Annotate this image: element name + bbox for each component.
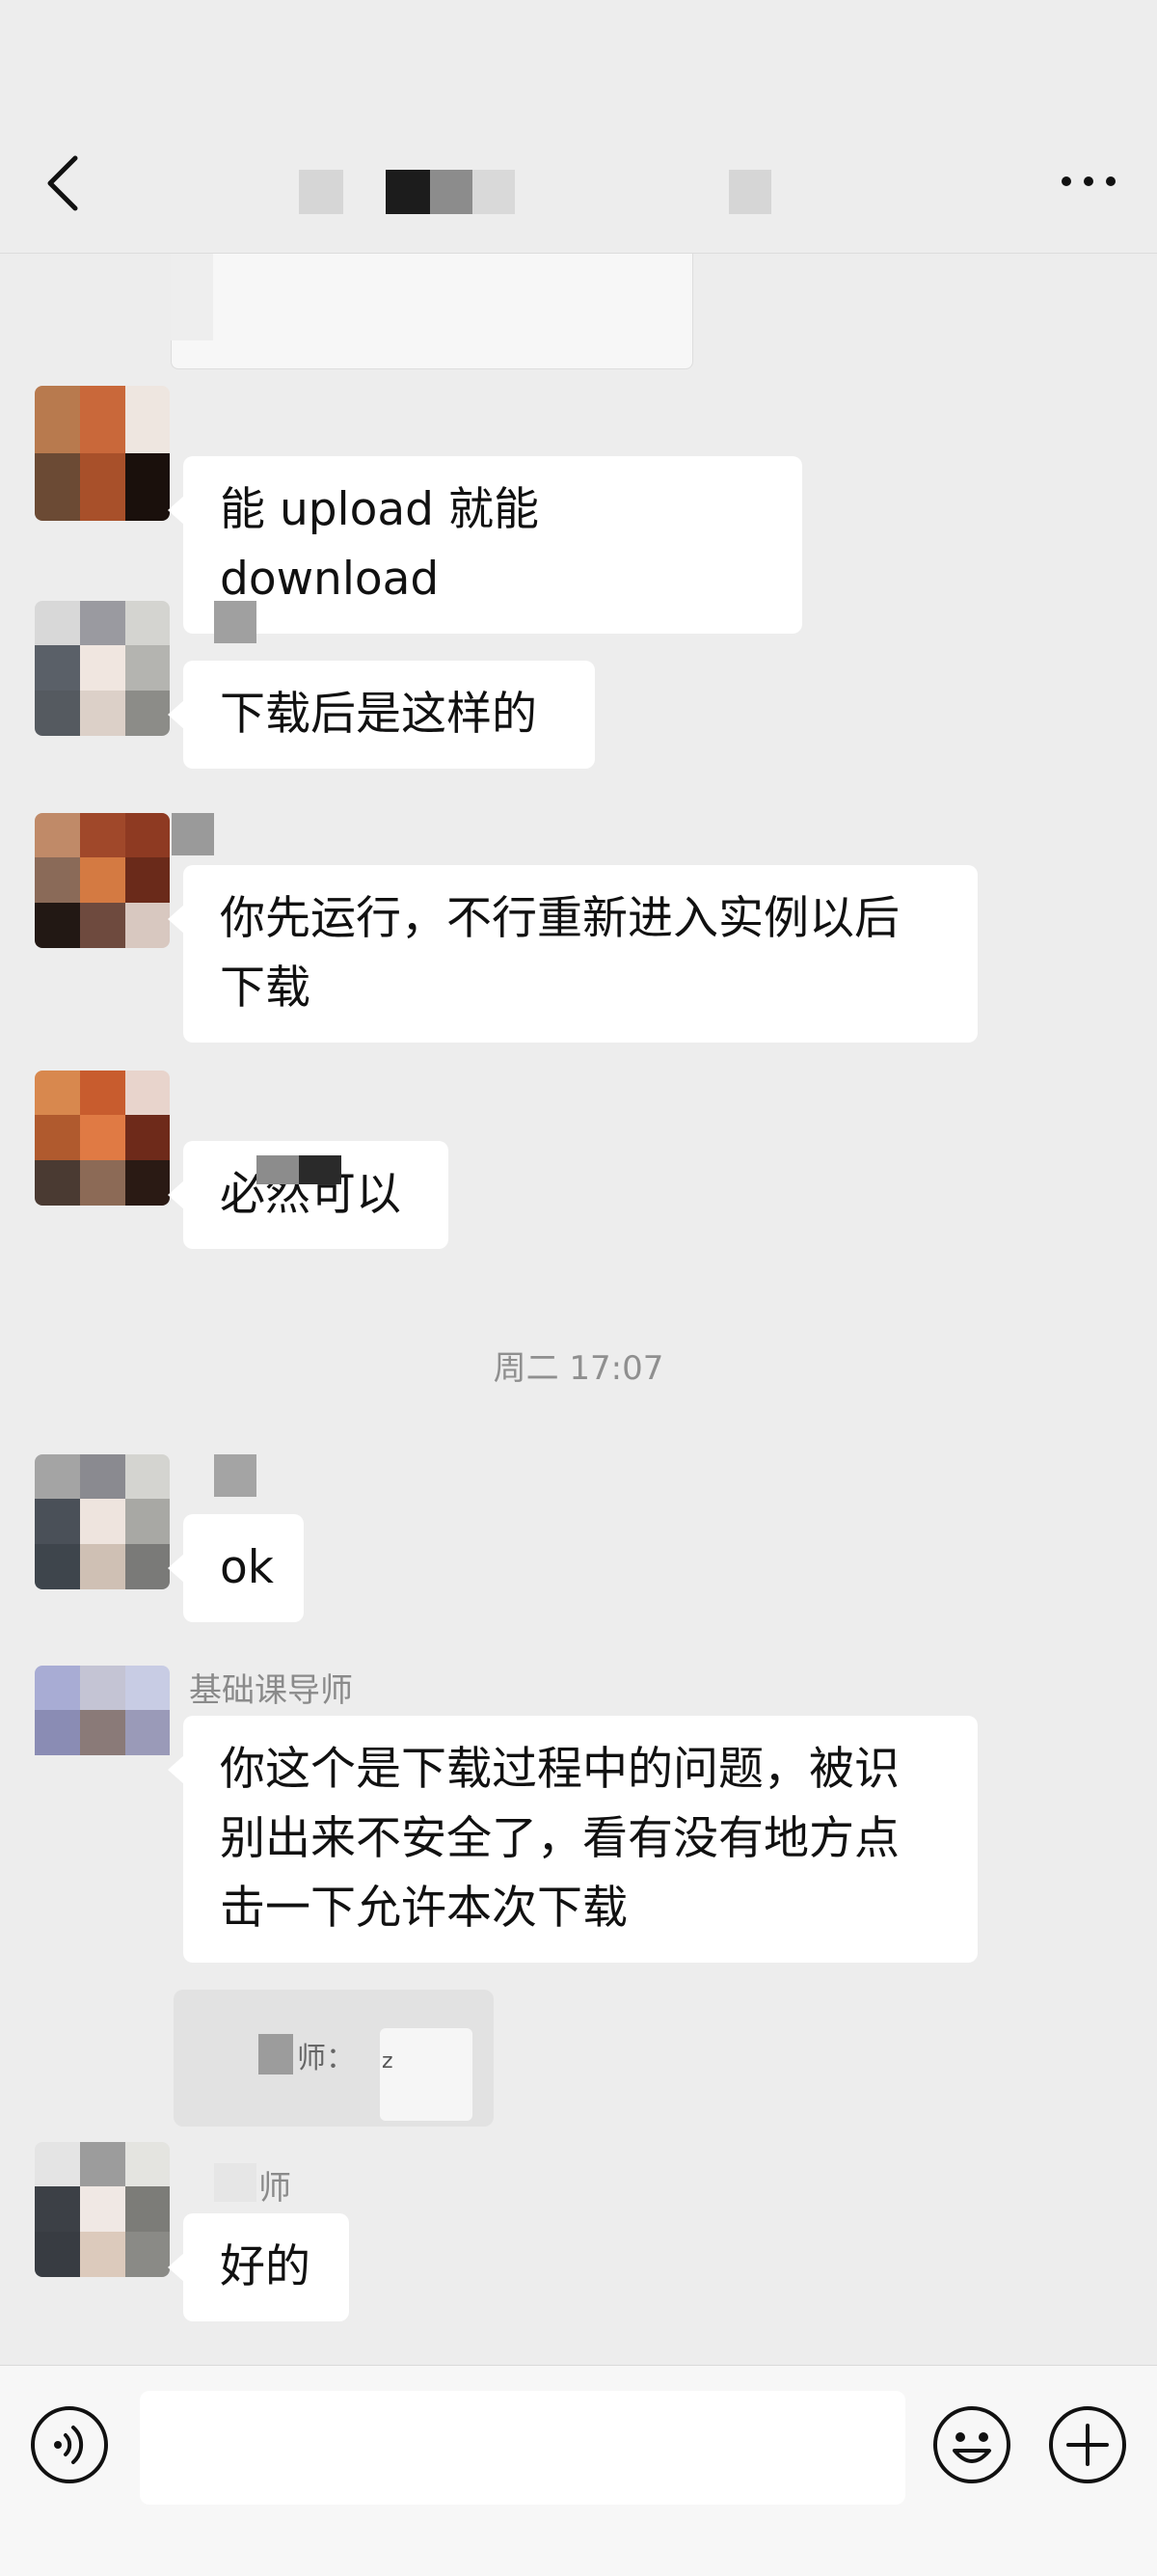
message-bubble[interactable]: 能 upload 就能 download bbox=[168, 456, 802, 634]
sender-name: 基础课导师 bbox=[189, 1671, 353, 1710]
avatar[interactable] bbox=[35, 601, 170, 736]
avatar[interactable] bbox=[35, 1071, 170, 1206]
message-text: 你先运行，不行重新进入实例以后下载 bbox=[220, 892, 900, 1015]
pixelated-area bbox=[299, 1155, 341, 1184]
pixelated-area bbox=[214, 2163, 256, 2202]
voice-icon[interactable] bbox=[29, 2404, 110, 2485]
pixelated-area bbox=[258, 2034, 293, 2074]
quote-thumbnail[interactable]: z bbox=[380, 2028, 472, 2121]
pixelated-area bbox=[256, 1155, 299, 1184]
avatar[interactable] bbox=[35, 1666, 170, 1801]
input-bar bbox=[0, 2365, 1157, 2576]
message-text: ok bbox=[220, 1541, 274, 1594]
pixelated-area bbox=[172, 813, 214, 855]
avatar[interactable] bbox=[35, 386, 170, 521]
plus-icon[interactable] bbox=[1047, 2404, 1128, 2485]
avatar[interactable] bbox=[35, 2142, 170, 2277]
message-text: 能 upload 就能 download bbox=[220, 483, 539, 606]
pixelated-area bbox=[214, 601, 256, 643]
message-bubble[interactable]: 好的 bbox=[168, 2213, 349, 2321]
quote-thumbnail-label: z bbox=[382, 2049, 393, 2074]
chevron-left-icon[interactable] bbox=[35, 145, 93, 222]
message-input[interactable] bbox=[140, 2391, 905, 2505]
quoted-message[interactable]: 师： z bbox=[174, 1990, 494, 2127]
message-bubble[interactable]: 你先运行，不行重新进入实例以后下载 bbox=[168, 865, 978, 1043]
avatar[interactable] bbox=[35, 813, 170, 948]
more-dots-icon[interactable] bbox=[1055, 154, 1122, 208]
pixelated-area bbox=[214, 1454, 256, 1497]
avatar[interactable] bbox=[35, 1454, 170, 1589]
sender-name: 师 bbox=[258, 2169, 291, 2208]
message-text: 好的 bbox=[220, 2240, 310, 2293]
message-text: 你这个是下载过程中的问题，被识别出来不安全了，看有没有地方点击一下允许本次下载 bbox=[220, 1743, 900, 1935]
message-bubble[interactable]: ok bbox=[168, 1514, 304, 1622]
message-bubble[interactable]: 下载后是这样的 bbox=[168, 661, 595, 769]
message-bubble[interactable]: 你这个是下载过程中的问题，被识别出来不安全了，看有没有地方点击一下允许本次下载 bbox=[168, 1716, 978, 1963]
previous-message-partial bbox=[171, 254, 693, 369]
message-text: 下载后是这样的 bbox=[220, 688, 537, 741]
emoji-icon[interactable] bbox=[931, 2404, 1012, 2485]
timestamp: 周二 17:07 bbox=[493, 1349, 664, 1388]
chat-message-list[interactable]: 能 upload 就能 download 下载后是这样的 你先运行，不行重新进入… bbox=[0, 254, 1157, 2366]
quote-text: 师： bbox=[297, 2042, 355, 2075]
chat-header bbox=[0, 0, 1157, 254]
pixelated-area bbox=[171, 254, 213, 340]
